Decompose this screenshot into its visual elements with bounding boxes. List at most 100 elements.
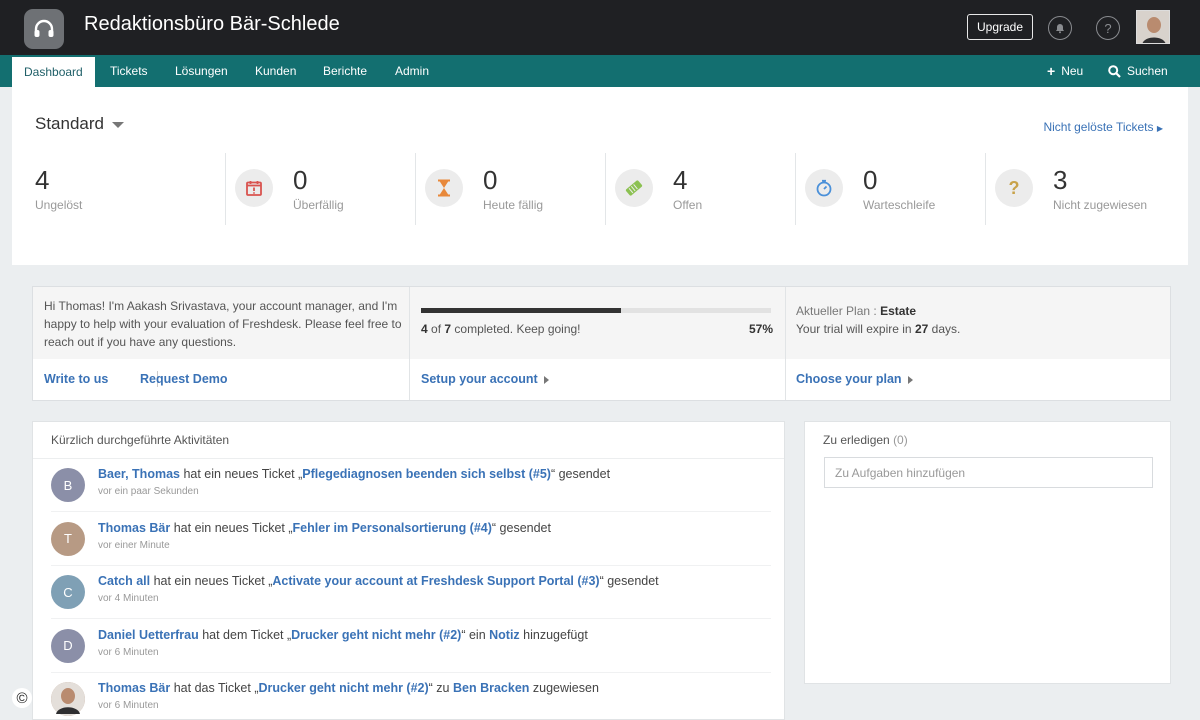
activity-ticket-link[interactable]: Fehler im Personalsortierung (#4): [293, 521, 492, 535]
request-demo-link[interactable]: Request Demo: [140, 372, 228, 386]
stat-on-hold[interactable]: 0 Warteschleife: [805, 153, 985, 231]
stat-label: Nicht zugewiesen: [1053, 198, 1148, 212]
todo-panel: Zu erledigen (0): [804, 421, 1171, 684]
headset-logo-icon[interactable]: [24, 9, 64, 49]
avatar[interactable]: B: [51, 468, 85, 502]
stat-value: 0: [483, 165, 498, 195]
setup-progress-fill: [421, 308, 621, 313]
setup-progress-column: 4 of 7 completed. Keep going! 57% Setup …: [409, 287, 785, 400]
account-manager-column: Hi Thomas! I'm Aakash Srivastava, your a…: [33, 287, 409, 400]
divider: [225, 153, 226, 225]
activity-text: Thomas Bär hat ein neues Ticket „Fehler …: [98, 520, 551, 535]
stat-value: 3: [1053, 165, 1068, 195]
divider: [415, 153, 416, 225]
bell-icon[interactable]: [1048, 16, 1072, 40]
caret-down-icon: [112, 121, 124, 128]
setup-progress-text: 4 of 7 completed. Keep going!: [421, 322, 581, 336]
ticket-stats-panel: Standard Nicht gelöste Tickets ▶ 4 Ungel…: [12, 87, 1188, 265]
write-to-us-link[interactable]: Write to us: [44, 372, 108, 386]
search-button[interactable]: Suchen: [1108, 55, 1168, 87]
activity-item: T Thomas Bär hat ein neues Ticket „Fehler…: [51, 513, 771, 566]
view-title: Standard: [35, 114, 104, 133]
stat-label: Offen: [673, 198, 703, 212]
activity-extra-link[interactable]: Ben Bracken: [453, 681, 529, 695]
stat-unresolved[interactable]: 4 Ungelöst: [35, 153, 225, 231]
stat-label: Überfällig: [293, 198, 344, 212]
stat-label: Ungelöst: [35, 198, 83, 212]
dashboard-view-selector[interactable]: Standard: [35, 114, 124, 134]
current-plan: Aktueller Plan : Estate: [796, 304, 917, 318]
arrow-right-icon: [543, 375, 549, 384]
activity-text: Thomas Bär hat das Ticket „Drucker geht …: [98, 681, 599, 695]
todo-title: Zu erledigen (0): [823, 433, 908, 447]
activity-item: B Baer, Thomas hat ein neues Ticket „Pfle…: [51, 459, 771, 512]
app-title: Redaktionsbüro Bär-Schlede: [84, 13, 340, 35]
avatar[interactable]: D: [51, 628, 85, 663]
stat-overdue[interactable]: 0 Überfällig: [235, 153, 415, 231]
copyright-mark: ©: [12, 688, 32, 708]
account-manager-message: Hi Thomas! I'm Aakash Srivastava, your a…: [44, 299, 402, 349]
stat-open[interactable]: 4 Offen: [615, 153, 795, 231]
setup-progress-percent: 57%: [749, 322, 774, 336]
main-nav: Dashboard Tickets Lösungen Kunden Berich…: [0, 55, 1200, 87]
add-todo-input[interactable]: [824, 457, 1153, 488]
ticket-icon: [615, 169, 653, 207]
plan-column: Aktueller Plan : Estate Your trial will …: [785, 287, 1171, 400]
activity-timestamp: vor 6 Minuten: [98, 646, 159, 658]
activity-ticket-link[interactable]: Activate your account at Freshdesk Suppo…: [272, 574, 599, 588]
setup-account-link[interactable]: Setup your account: [421, 372, 549, 386]
nav-berichte[interactable]: Berichte: [323, 55, 367, 87]
hourglass-icon: [425, 169, 463, 207]
onboarding-card: Hi Thomas! I'm Aakash Srivastava, your a…: [32, 286, 1171, 401]
calendar-alert-icon: [235, 169, 273, 207]
activity-text: Catch all hat ein neues Ticket „Activate…: [98, 574, 659, 588]
choose-plan-link[interactable]: Choose your plan: [796, 372, 913, 386]
activity-text: Baer, Thomas hat ein neues Ticket „Pfleg…: [98, 467, 611, 481]
nav-kunden[interactable]: Kunden: [255, 55, 296, 87]
activity-ticket-link[interactable]: Drucker geht nicht mehr (#2): [291, 628, 461, 642]
stat-value: 0: [863, 165, 878, 195]
divider: [605, 153, 606, 225]
activity-actor-link[interactable]: Baer, Thomas: [98, 467, 180, 481]
arrow-right-icon: [907, 375, 913, 384]
nav-dashboard[interactable]: Dashboard: [12, 57, 95, 87]
search-icon: [1108, 64, 1121, 78]
avatar[interactable]: T: [51, 521, 85, 556]
activities-header: Kürzlich durchgeführte Aktivitäten: [51, 433, 230, 447]
top-bar: Redaktionsbüro Bär-Schlede Upgrade ?: [0, 0, 1200, 55]
stat-label: Warteschleife: [863, 198, 936, 212]
stat-unassigned[interactable]: ? 3 Nicht zugewiesen: [995, 153, 1175, 231]
user-avatar[interactable]: [1136, 10, 1170, 44]
activity-actor-link[interactable]: Thomas Bär: [98, 521, 170, 535]
activity-timestamp: vor einer Minute: [98, 539, 170, 551]
new-button[interactable]: + Neu: [1047, 55, 1083, 87]
avatar[interactable]: [51, 682, 85, 716]
help-icon[interactable]: ?: [1096, 16, 1120, 40]
recent-activities-panel: Kürzlich durchgeführte Aktivitäten B Baer…: [32, 421, 785, 720]
divider: [795, 153, 796, 225]
nav-tickets[interactable]: Tickets: [110, 55, 148, 87]
activity-actor-link[interactable]: Daniel Uetterfrau: [98, 628, 199, 642]
avatar[interactable]: C: [51, 575, 85, 609]
unresolved-tickets-link[interactable]: Nicht gelöste Tickets ▶: [1043, 120, 1163, 134]
nav-admin[interactable]: Admin: [395, 55, 429, 87]
activity-ticket-link[interactable]: Pflegediagnosen beenden sich selbst (#5): [302, 467, 551, 481]
upgrade-button[interactable]: Upgrade: [967, 14, 1033, 40]
activity-actor-link[interactable]: Catch all: [98, 574, 150, 588]
divider: [985, 153, 986, 225]
activity-text: Daniel Uetterfrau hat dem Ticket „Drucke…: [98, 627, 588, 642]
activity-ticket-link[interactable]: Drucker geht nicht mehr (#2): [258, 681, 428, 695]
question-icon: ?: [995, 169, 1033, 207]
nav-loesungen[interactable]: Lösungen: [175, 55, 228, 87]
stat-due-today[interactable]: 0 Heute fällig: [425, 153, 605, 231]
stat-value: 4: [35, 165, 50, 195]
setup-progress-bar: [421, 308, 771, 313]
stopwatch-icon: [805, 169, 843, 207]
stat-label: Heute fällig: [483, 198, 544, 212]
search-label: Suchen: [1127, 64, 1168, 78]
activity-actor-link[interactable]: Thomas Bär: [98, 681, 170, 695]
activity-item: C Catch all hat ein neues Ticket „Activat…: [51, 566, 771, 619]
stat-value: 0: [293, 165, 308, 195]
activity-extra-link[interactable]: Notiz: [489, 628, 520, 642]
stat-value: 4: [673, 165, 688, 195]
